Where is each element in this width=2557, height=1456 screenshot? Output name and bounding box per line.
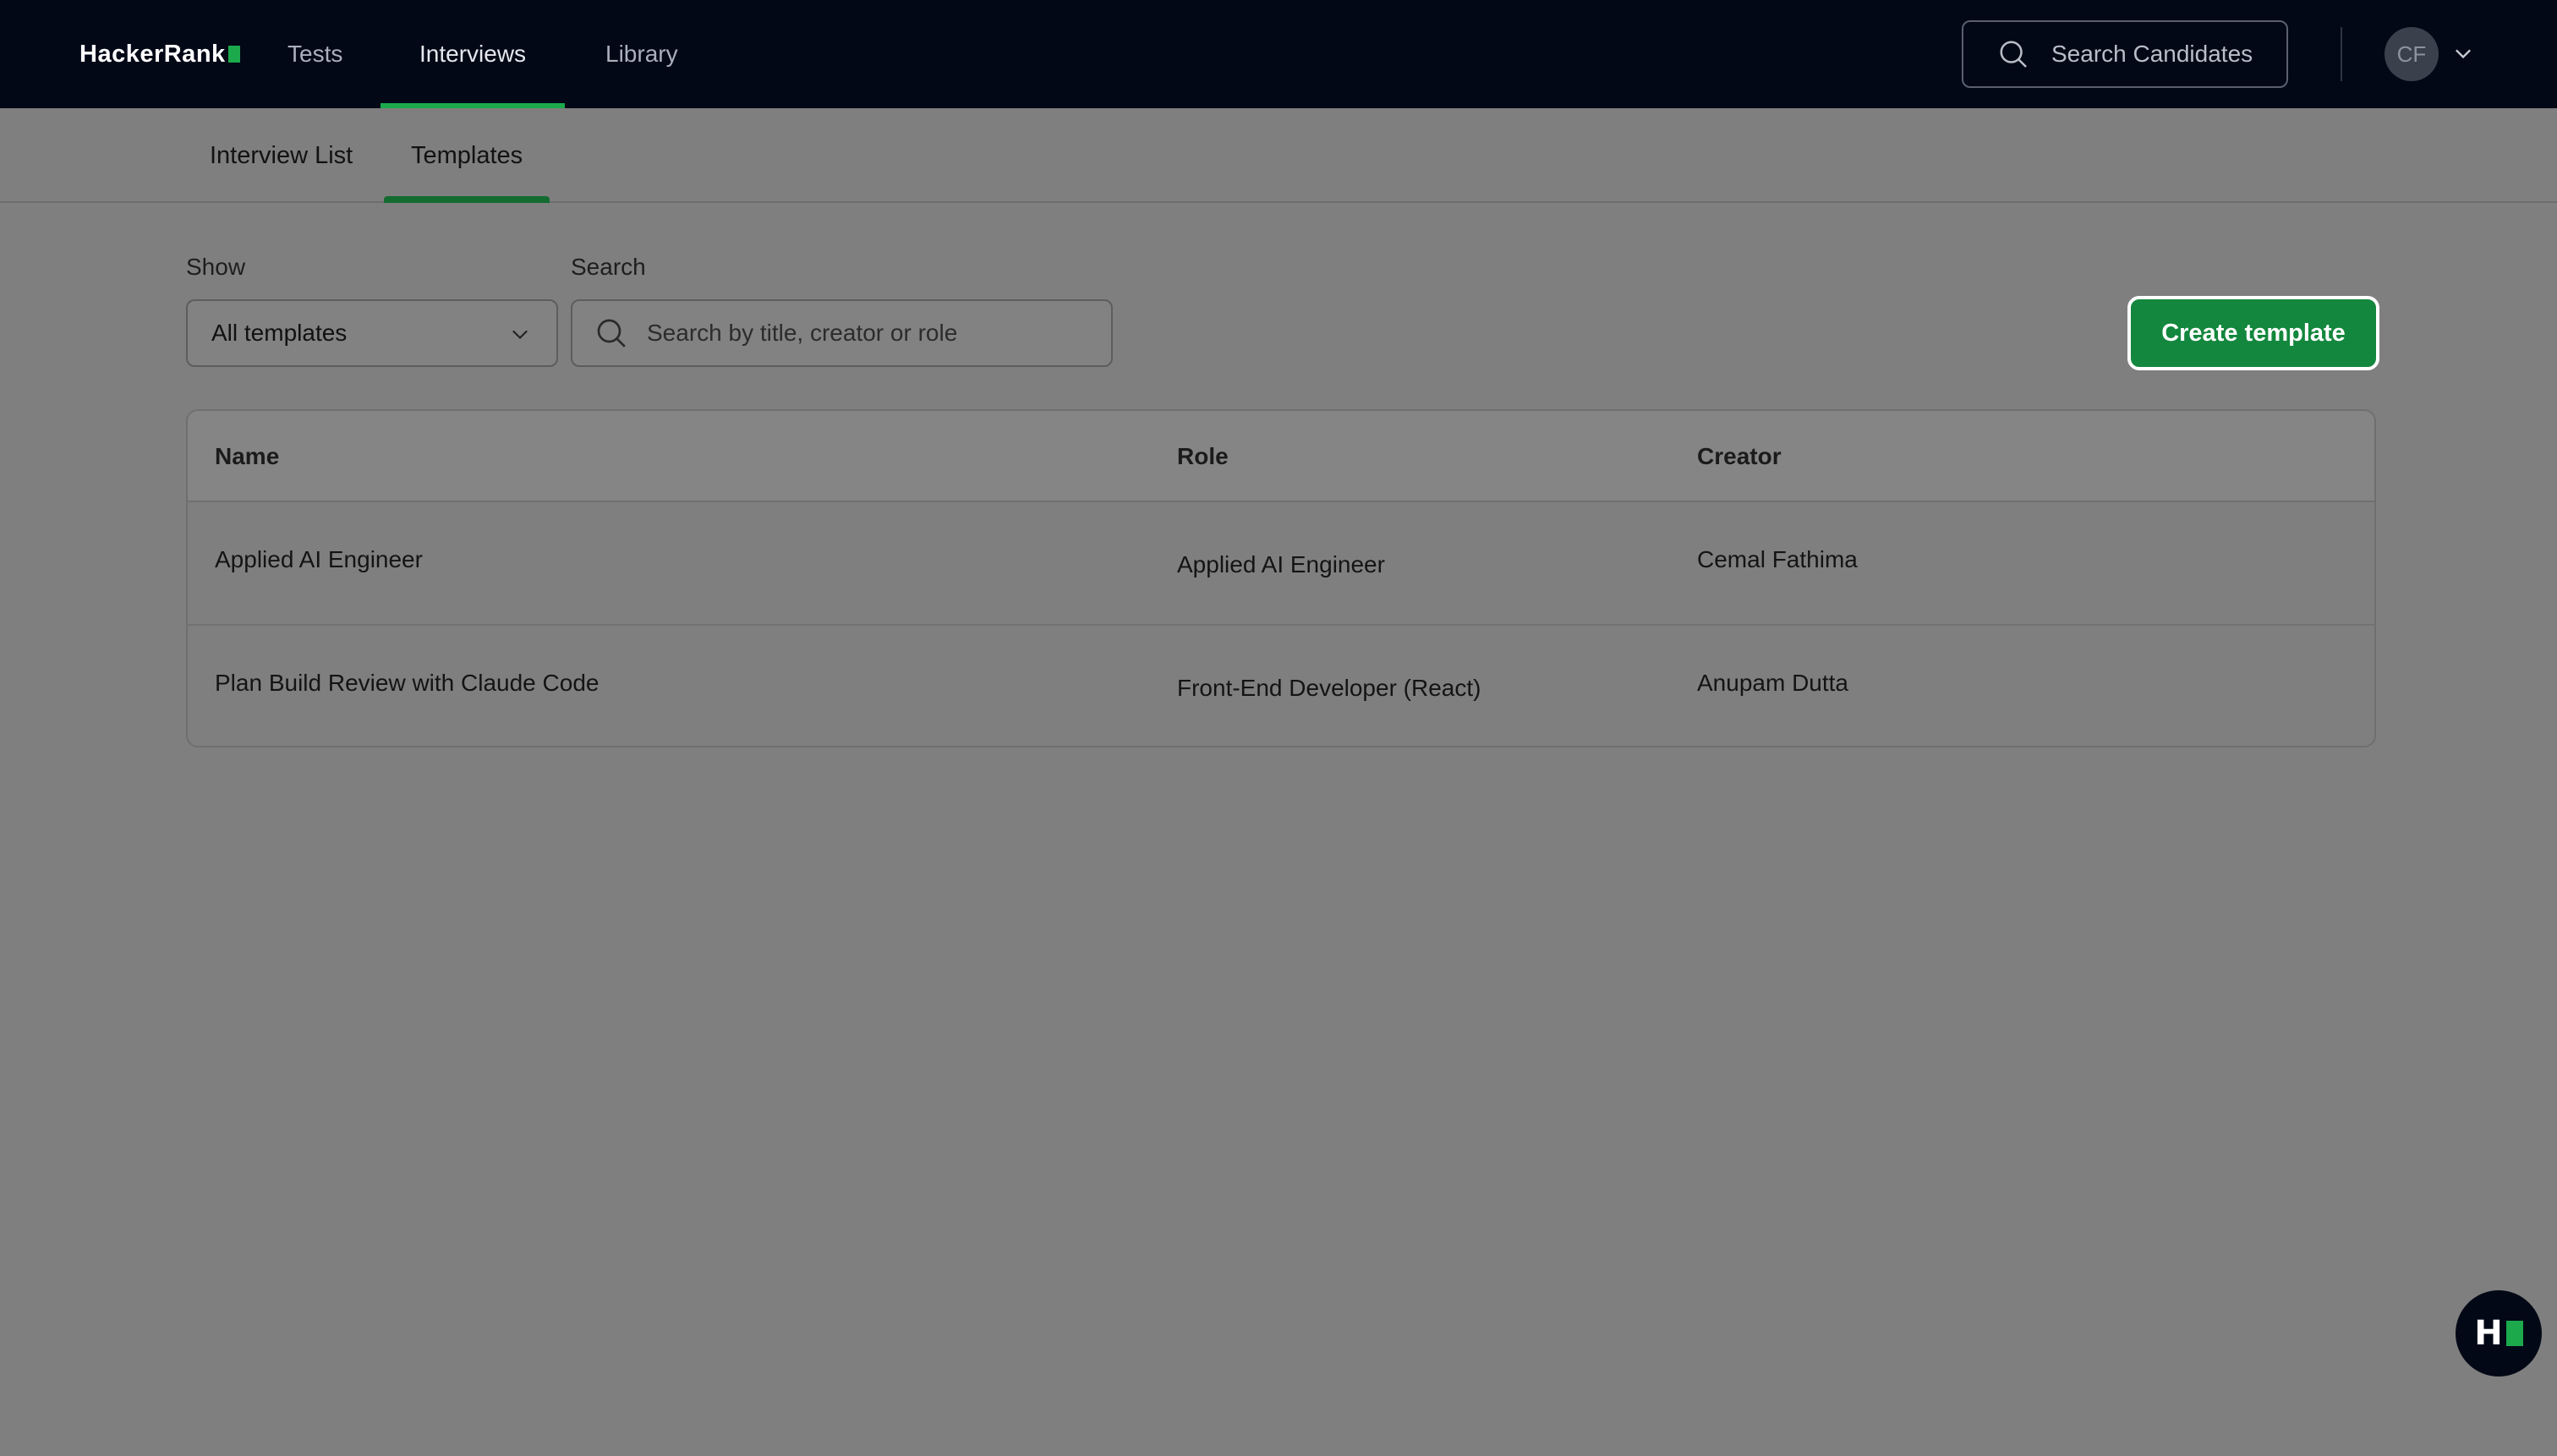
search-icon (2000, 41, 2027, 68)
nav-tab-library-label: Library (605, 41, 678, 67)
search-candidates-label: Search Candidates (2051, 41, 2253, 67)
table-header: Name Role Creator (188, 411, 2374, 502)
nav-tab-library[interactable]: Library (605, 0, 678, 108)
column-header-role[interactable]: Role (1177, 411, 1229, 502)
logo-mark-icon (2505, 1321, 2523, 1346)
chevron-down-icon (512, 330, 528, 339)
template-creator: Anupam Dutta (1697, 670, 1848, 696)
logo-text: HackerRank (79, 40, 226, 68)
search-icon (597, 319, 626, 348)
template-name[interactable]: Applied AI Engineer (215, 546, 423, 573)
create-template-label: Create template (2161, 319, 2346, 347)
interviews-subtabs: Interview List Templates (0, 108, 2557, 203)
show-templates-value: All templates (211, 320, 348, 346)
help-button-letter: H (2474, 1314, 2503, 1353)
column-header-creator[interactable]: Creator (1697, 411, 1782, 502)
nav-divider (2341, 27, 2342, 81)
chevron-down-icon[interactable] (2449, 42, 2478, 66)
tab-templates[interactable]: Templates (384, 108, 550, 203)
template-role: Front-End Developer (React) (1177, 675, 1481, 701)
tab-templates-label: Templates (411, 141, 523, 169)
nav-tab-interviews[interactable]: Interviews (381, 0, 566, 108)
user-avatar[interactable]: CF (2385, 27, 2439, 81)
nav-tab-interviews-label: Interviews (419, 41, 527, 67)
nav-tab-tests[interactable]: Tests (287, 0, 342, 108)
table-row[interactable]: Plan Build Review with Claude Code Front… (188, 626, 2374, 746)
hackerrank-logo[interactable]: HackerRank (79, 37, 240, 71)
top-navigation-bar: HackerRank Tests Interviews Library Sear… (0, 0, 2557, 108)
hackerrank-help-button[interactable]: H (2456, 1290, 2542, 1377)
table-row[interactable]: Applied AI Engineer Applied AI Engineer … (188, 502, 2374, 626)
templates-table: Name Role Creator Applied AI Engineer Ap… (186, 409, 2376, 747)
search-candidates-button[interactable]: Search Candidates (1962, 20, 2288, 88)
template-role: Applied AI Engineer (1177, 551, 1385, 577)
tab-interview-list-label: Interview List (210, 141, 353, 169)
avatar-initials: CF (2396, 41, 2427, 67)
show-filter-label: Show (186, 254, 246, 280)
search-field-label: Search (571, 254, 646, 280)
template-creator: Cemal Fathima (1697, 546, 1858, 572)
tab-interview-list[interactable]: Interview List (210, 108, 353, 203)
show-templates-select[interactable]: All templates (186, 299, 558, 367)
column-header-name[interactable]: Name (215, 411, 279, 502)
create-template-button[interactable]: Create template (2127, 296, 2379, 370)
template-name[interactable]: Plan Build Review with Claude Code (215, 670, 599, 697)
template-search-field[interactable] (571, 299, 1113, 367)
template-search-input[interactable] (645, 319, 1102, 348)
nav-tab-tests-label: Tests (287, 41, 343, 67)
logo-mark-icon (227, 46, 240, 63)
active-subtab-indicator (384, 196, 550, 203)
